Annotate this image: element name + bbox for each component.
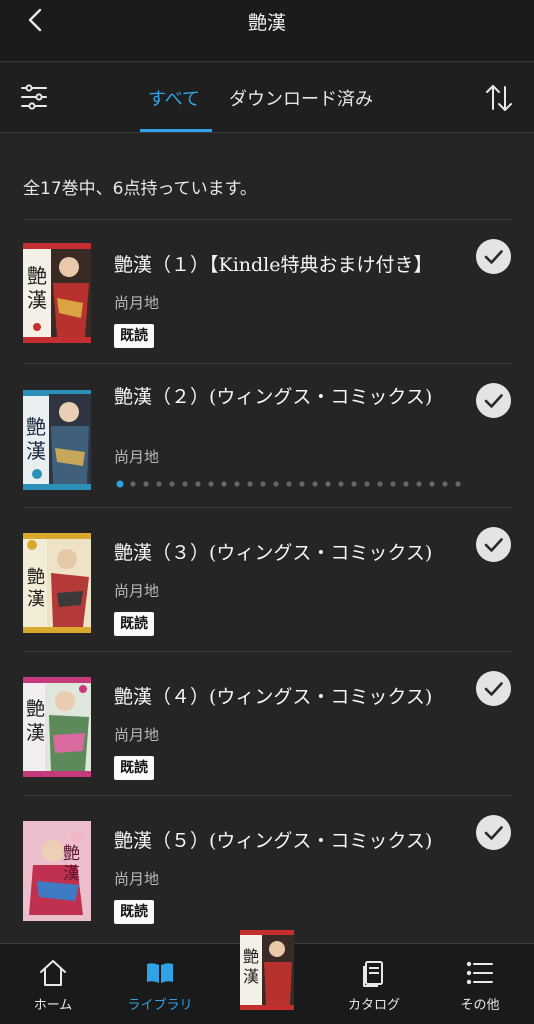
svg-text:漢: 漢	[27, 288, 47, 312]
book-cover-image: 艶 漢	[23, 533, 91, 633]
book-author: 尚月地	[114, 870, 160, 888]
home-icon	[38, 958, 68, 988]
read-badge: 既読	[114, 612, 154, 636]
nav-library[interactable]: ライブラリ	[118, 944, 202, 1024]
list-item[interactable]: 艶 漢 艶漢（２）(ウィングス・コミックス) 尚月地	[23, 363, 511, 507]
list-item[interactable]: 艶 漢 艶漢（１）【Kindle特典おまけ付き】 尚月地 既読	[23, 219, 511, 363]
book-author: 尚月地	[114, 294, 160, 312]
nav-catalog-label: カタログ	[347, 998, 400, 1013]
tab-all[interactable]: すべて	[148, 85, 200, 111]
svg-text:艶: 艶	[243, 947, 259, 966]
reading-progress-dots	[116, 480, 461, 488]
check-icon	[476, 239, 511, 274]
nav-home-label: ホーム	[33, 998, 73, 1013]
svg-text:艶: 艶	[63, 844, 80, 864]
check-icon	[476, 527, 511, 562]
nav-home[interactable]: ホーム	[20, 944, 86, 1024]
currently-reading-cover[interactable]: 艶 漢	[240, 930, 294, 1010]
book-cover-image: 艶 漢	[23, 243, 91, 343]
svg-text:漢: 漢	[243, 967, 259, 986]
book-title: 艶漢（１）【Kindle特典おまけ付き】	[114, 254, 433, 276]
svg-text:漢: 漢	[26, 439, 46, 463]
tab-downloaded[interactable]: ダウンロード済み	[229, 85, 373, 111]
nav-catalog[interactable]: カタログ	[338, 944, 410, 1024]
svg-text:漢: 漢	[27, 589, 45, 610]
book-cover-image: 艶 漢	[23, 677, 91, 777]
svg-text:艶: 艶	[27, 567, 45, 588]
svg-text:艶: 艶	[26, 415, 46, 439]
read-badge: 既読	[114, 900, 154, 924]
ownership-summary: 全17巻中、6点持っています。	[23, 179, 257, 199]
book-author: 尚月地	[114, 726, 160, 744]
book-title: 艶漢（５）(ウィングス・コミックス)	[114, 830, 433, 852]
list-item[interactable]: 艶 漢 艶漢（５）(ウィングス・コミックス) 尚月地 既読	[23, 795, 511, 941]
check-icon	[476, 671, 511, 706]
book-author: 尚月地	[114, 448, 160, 466]
filter-tab-bar: すべて ダウンロード済み	[0, 63, 534, 133]
check-icon	[476, 383, 511, 418]
page-title: 艶漢	[247, 12, 286, 34]
svg-text:艶: 艶	[27, 264, 47, 288]
catalog-icon	[359, 958, 389, 988]
svg-text:艶: 艶	[26, 698, 45, 720]
nav-library-label: ライブラリ	[127, 998, 193, 1013]
check-icon	[476, 815, 511, 850]
book-cover-image: 艶 漢	[23, 390, 91, 490]
nav-more-label: その他	[460, 998, 500, 1013]
list-item[interactable]: 艶 漢 艶漢（３）(ウィングス・コミックス) 尚月地 既読	[23, 507, 511, 651]
active-tab-indicator	[140, 129, 212, 132]
book-list: 艶 漢 艶漢（１）【Kindle特典おまけ付き】 尚月地 既読 艶 漢 艶漢（２…	[23, 219, 511, 941]
book-cover-image: 艶 漢	[23, 821, 91, 921]
svg-text:漢: 漢	[26, 722, 45, 744]
book-title: 艶漢（２）(ウィングス・コミックス)	[114, 386, 433, 408]
book-author: 尚月地	[114, 582, 160, 600]
nav-more[interactable]: その他	[448, 944, 512, 1024]
sort-arrows-icon[interactable]	[484, 83, 514, 113]
book-title: 艶漢（４）(ウィングス・コミックス)	[114, 686, 433, 708]
list-menu-icon	[465, 958, 495, 988]
top-bar: 艶漢	[0, 0, 534, 62]
bottom-navigation: ホーム ライブラリ 艶 漢 カタログ その他	[0, 930, 534, 1024]
read-badge: 既読	[114, 756, 154, 780]
list-item[interactable]: 艶 漢 艶漢（４）(ウィングス・コミックス) 尚月地 既読	[23, 651, 511, 795]
filter-sliders-icon[interactable]	[20, 83, 48, 111]
svg-text:漢: 漢	[63, 864, 80, 884]
read-badge: 既読	[114, 324, 154, 348]
open-book-icon	[145, 958, 175, 988]
book-title: 艶漢（３）(ウィングス・コミックス)	[114, 542, 433, 564]
